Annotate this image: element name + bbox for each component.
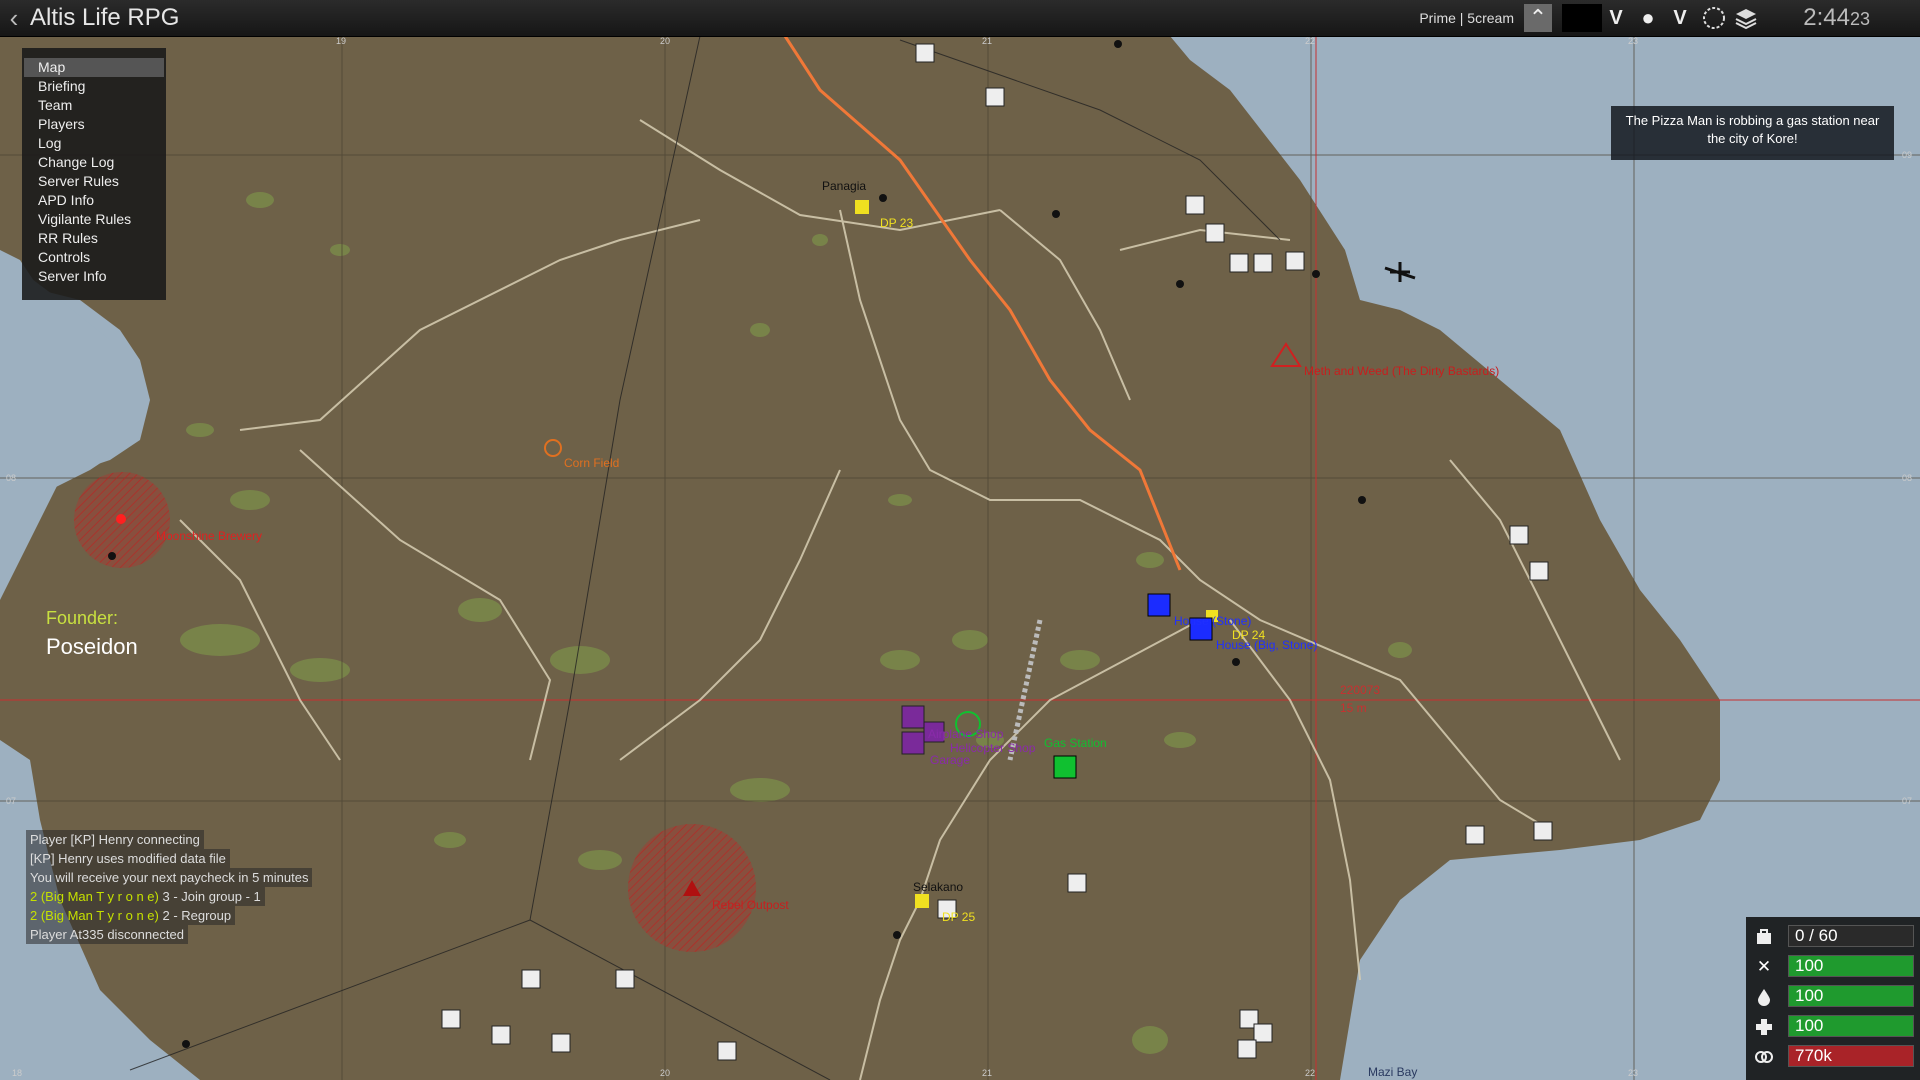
menu-item-players[interactable]: Players — [24, 115, 164, 134]
chat-message: 2 - Regroup — [158, 908, 232, 923]
svg-text:Airplane Shop: Airplane Shop — [928, 727, 1004, 741]
svg-text:20: 20 — [660, 1068, 670, 1078]
gps-ring-icon[interactable] — [1700, 4, 1728, 32]
clock-time: 2:44 — [1803, 4, 1850, 31]
chat-line: 2 (Big Man T y r o n e) 2 - Regroup — [26, 906, 236, 925]
menu-item-map[interactable]: Map — [24, 58, 164, 77]
svg-text:DP 25: DP 25 — [942, 910, 975, 924]
rebel-zone — [628, 824, 756, 952]
inventory-weight: 0 / 60 — [1788, 925, 1914, 947]
founder-name: Poseidon — [46, 634, 138, 659]
svg-text:21: 21 — [982, 1068, 992, 1078]
svg-text:House (Big, Stone): House (Big, Stone) — [1216, 638, 1317, 652]
fork-knife-icon: ✕ — [1756, 957, 1772, 976]
svg-text:Mazi Bay: Mazi Bay — [1368, 1065, 1417, 1079]
food-value: 100 — [1788, 955, 1914, 977]
money-row: 770k — [1754, 1045, 1914, 1069]
svg-text:07: 07 — [6, 796, 16, 806]
svg-text:Garage: Garage — [930, 753, 970, 767]
clock-seconds: 23 — [1849, 9, 1870, 29]
window-title: Altis Life RPG — [30, 4, 180, 31]
menu-item-rr-rules[interactable]: RR Rules — [24, 229, 164, 248]
svg-text:19: 19 — [336, 36, 346, 46]
dropdown-v-button-2[interactable]: V — [1666, 4, 1694, 32]
backpack-icon — [1754, 927, 1774, 947]
status-panel: 0 / 60 ✕ 100 100 100 770k — [1746, 917, 1920, 1080]
chat-line: 2 (Big Man T y r o n e) 3 - Join group -… — [26, 887, 265, 906]
dropdown-v-button[interactable]: V — [1602, 4, 1630, 32]
clock: 2:4423 — [1803, 4, 1870, 33]
svg-text:DP 23: DP 23 — [880, 216, 913, 230]
svg-text:22: 22 — [1305, 36, 1315, 46]
menu-item-vigilante-rules[interactable]: Vigilante Rules — [24, 210, 164, 229]
menu-item-team[interactable]: Team — [24, 96, 164, 115]
svg-text:22: 22 — [1305, 1068, 1315, 1078]
robbery-notification: The Pizza Man is robbing a gas station n… — [1611, 106, 1894, 160]
health-row: 100 — [1754, 1015, 1914, 1039]
chat-line: Player At335 disconnected — [26, 925, 188, 944]
chat-sender: 2 (Big Man T y r o n e) — [30, 908, 159, 923]
menu-item-log[interactable]: Log — [24, 134, 164, 153]
health-cross-icon — [1754, 1017, 1774, 1037]
server-label: Prime | 5cream — [1419, 10, 1514, 26]
svg-text:Rebel Outpost: Rebel Outpost — [712, 898, 789, 912]
svg-text:23: 23 — [1628, 36, 1638, 46]
menu-item-server-rules[interactable]: Server Rules — [24, 172, 164, 191]
chat-line: [KP] Henry uses modified data file — [26, 849, 230, 868]
svg-text:Corn Field: Corn Field — [564, 456, 619, 470]
chat-line: Player [KP] Henry connecting — [26, 830, 204, 849]
menu-item-change-log[interactable]: Change Log — [24, 153, 164, 172]
svg-text:20: 20 — [660, 36, 670, 46]
briefing-menu: Map Briefing Team Players Log Change Log… — [22, 48, 166, 300]
money-value: 770k — [1788, 1045, 1914, 1067]
menu-item-apd-info[interactable]: APD Info — [24, 191, 164, 210]
water-row: 100 — [1754, 985, 1914, 1009]
menu-item-controls[interactable]: Controls — [24, 248, 164, 267]
svg-text:09: 09 — [1902, 150, 1912, 160]
house-stone-marker[interactable] — [1147, 593, 1171, 617]
moonshine-zone — [74, 472, 170, 568]
water-value: 100 — [1788, 985, 1914, 1007]
chat-message: 3 - Join group - 1 — [158, 889, 261, 904]
svg-text:Panagia: Panagia — [822, 179, 866, 193]
chat-line: You will receive your next paycheck in 5… — [26, 868, 313, 887]
chevron-up-icon[interactable]: ⌃ — [1524, 4, 1552, 32]
chat-sender: 2 (Big Man T y r o n e) — [30, 889, 159, 904]
svg-text:15 m: 15 m — [1340, 701, 1367, 715]
dp25-marker[interactable] — [915, 894, 929, 908]
chat-log: Player [KP] Henry connecting [KP] Henry … — [26, 830, 313, 944]
layers-icon[interactable] — [1732, 4, 1760, 32]
svg-text:House (Stone): House (Stone) — [1174, 614, 1251, 628]
menu-item-briefing[interactable]: Briefing — [24, 77, 164, 96]
svg-text:18: 18 — [12, 1068, 22, 1078]
health-value: 100 — [1788, 1015, 1914, 1037]
svg-text:220073: 220073 — [1340, 683, 1380, 697]
gas-station-marker[interactable] — [1053, 755, 1077, 779]
garage-marker[interactable] — [901, 731, 925, 755]
dp23-marker[interactable] — [855, 200, 869, 214]
food-row: ✕ 100 — [1754, 955, 1914, 979]
svg-text:07: 07 — [1902, 796, 1912, 806]
svg-text:08: 08 — [1902, 473, 1912, 483]
color-swatch[interactable] — [1562, 4, 1602, 32]
menu-item-server-info[interactable]: Server Info — [24, 267, 164, 286]
inventory-row: 0 / 60 — [1754, 925, 1914, 949]
svg-text:Moonshine Brewery: Moonshine Brewery — [156, 529, 262, 543]
svg-text:Selakano: Selakano — [913, 880, 963, 894]
svg-text:21: 21 — [982, 36, 992, 46]
svg-text:08: 08 — [6, 473, 16, 483]
svg-text:Meth and Weed (The Dirty Basta: Meth and Weed (The Dirty Bastards) — [1304, 364, 1499, 378]
dot-icon[interactable]: ● — [1634, 4, 1662, 32]
water-drop-icon — [1754, 987, 1774, 1007]
top-bar: ‹ Altis Life RPG Prime | 5cream ⌃ V ● V … — [0, 0, 1920, 37]
svg-text:23: 23 — [1628, 1068, 1638, 1078]
money-icon — [1754, 1047, 1774, 1067]
back-chevron-icon[interactable]: ‹ — [4, 4, 24, 32]
svg-text:Gas Station: Gas Station — [1044, 736, 1107, 750]
founder-label: Founder: — [46, 608, 119, 628]
airplane-shop-marker[interactable] — [901, 705, 925, 729]
